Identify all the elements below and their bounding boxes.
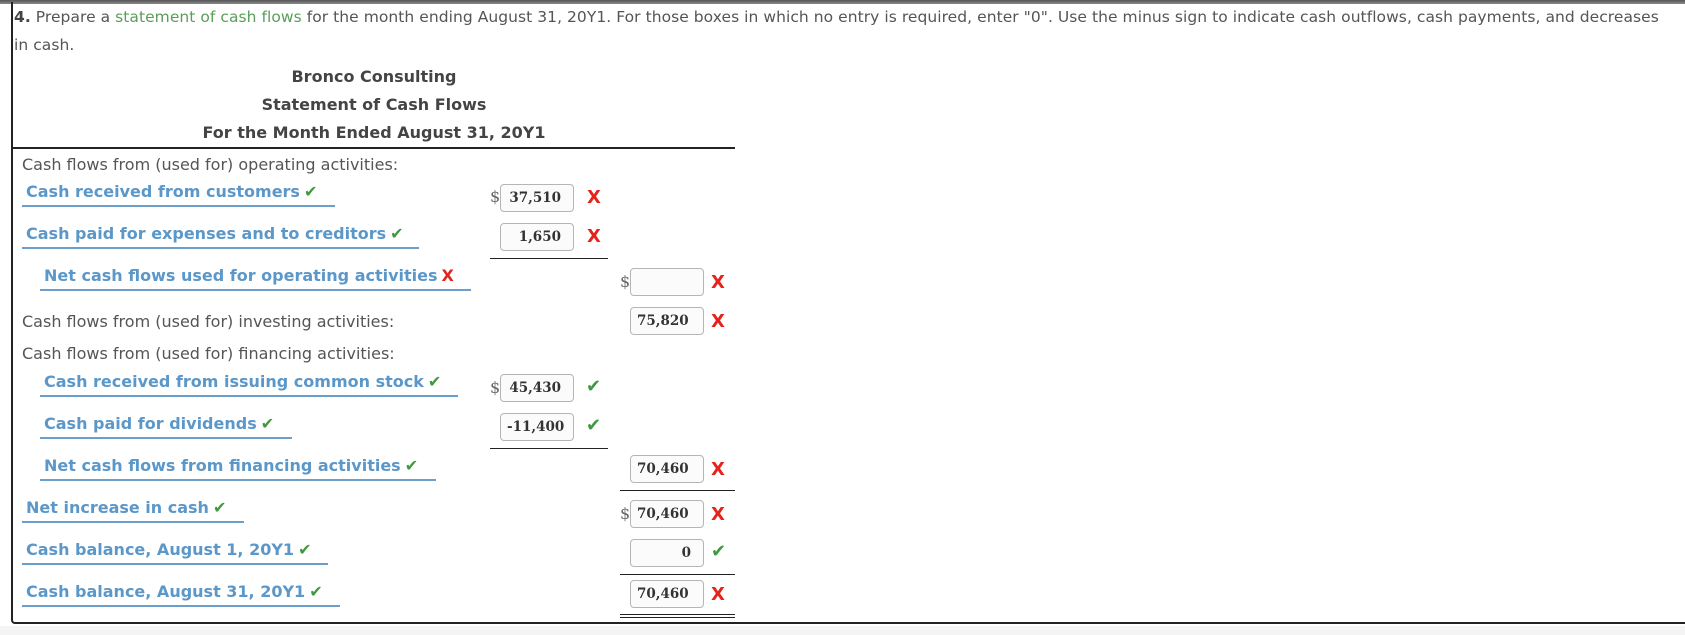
question-instructions: 4. Prepare a statement of cash flows for… (14, 3, 1674, 59)
subtotal-rule (620, 490, 735, 491)
dollar-sign: $ (620, 272, 631, 291)
incorrect-x-icon: X (711, 459, 725, 480)
check-icon: ✔ (427, 372, 442, 391)
bottom-strip (0, 626, 1685, 635)
dropdown-net-cash-operating[interactable]: Net cash flows used for operating activi… (40, 266, 471, 291)
input-cash-received-from-customers[interactable]: 37,510 (500, 184, 574, 212)
dropdown-cash-balance-august-1[interactable]: Cash balance, August 1, 20Y1 ✔ (22, 540, 328, 565)
statement-period: For the Month Ended August 31, 20Y1 (202, 123, 546, 142)
double-rule-top (620, 614, 735, 615)
double-rule-bottom (620, 617, 735, 618)
dropdown-cash-balance-august-31[interactable]: Cash balance, August 31, 20Y1 ✔ (22, 582, 340, 607)
input-cash-paid-for-expenses[interactable]: 1,650 (500, 223, 574, 251)
dropdown-net-increase-in-cash[interactable]: Net increase in cash ✔ (22, 498, 244, 523)
dropdown-cash-received-from-customers[interactable]: Cash received from customers ✔ (22, 182, 335, 207)
incorrect-x-icon: X (711, 311, 725, 332)
dropdown-cash-received-from-issuing-common-stock[interactable]: Cash received from issuing common stock ✔ (40, 372, 458, 397)
incorrect-x-icon: X (711, 504, 725, 525)
dropdown-cash-paid-for-expenses[interactable]: Cash paid for expenses and to creditors ✔ (22, 224, 419, 249)
dropdown-label: Cash balance, August 1, 20Y1 (26, 540, 295, 559)
dropdown-label: Cash received from customers (26, 182, 300, 201)
input-net-cash-financing[interactable]: 70,460 (630, 455, 704, 483)
incorrect-x-icon: X (711, 272, 725, 293)
incorrect-x-icon: X (441, 266, 454, 285)
check-icon: ✔ (586, 415, 602, 436)
check-icon: ✔ (404, 456, 419, 475)
check-icon: ✔ (711, 541, 727, 562)
check-icon: ✔ (212, 498, 227, 517)
input-cash-received-from-issuing-common-stock[interactable]: 45,430 (500, 374, 574, 402)
header-rule (13, 147, 735, 149)
company-name: Bronco Consulting (291, 67, 457, 86)
incorrect-x-icon: X (587, 187, 601, 208)
check-icon: ✔ (390, 224, 404, 243)
input-net-increase-in-cash[interactable]: 70,460 (630, 500, 704, 528)
input-net-cash-operating[interactable] (630, 268, 704, 296)
check-icon: ✔ (303, 182, 318, 201)
input-cash-balance-august-1[interactable]: 0 (630, 539, 704, 567)
check-icon: ✔ (586, 376, 602, 397)
subtotal-rule (620, 574, 735, 575)
dollar-sign: $ (620, 504, 631, 523)
dropdown-label: Net cash flows used for operating activi… (44, 266, 438, 285)
dropdown-cash-paid-for-dividends[interactable]: Cash paid for dividends ✔ (40, 414, 292, 439)
dropdown-label: Cash paid for dividends (44, 414, 257, 433)
input-cash-balance-august-31[interactable]: 70,460 (630, 580, 704, 608)
check-icon: ✔ (309, 582, 323, 601)
operating-activities-header: Cash flows from (used for) operating act… (22, 155, 399, 174)
subtotal-rule (490, 258, 608, 259)
instructions-prefix: Prepare a (30, 8, 116, 26)
question-number: 4. (14, 8, 31, 26)
input-investing-activities[interactable]: 75,820 (630, 307, 704, 335)
check-icon: ✔ (260, 414, 275, 433)
check-icon: ✔ (298, 540, 312, 559)
financing-activities-header: Cash flows from (used for) financing act… (22, 344, 395, 363)
dropdown-label: Cash paid for expenses and to creditors (26, 224, 387, 243)
incorrect-x-icon: X (587, 226, 601, 247)
dropdown-net-cash-financing[interactable]: Net cash flows from financing activities… (40, 456, 436, 481)
glossary-link-statement-of-cash-flows[interactable]: statement of cash flows (115, 8, 302, 26)
investing-activities-header: Cash flows from (used for) investing act… (22, 312, 395, 331)
subtotal-rule (490, 448, 608, 449)
dollar-sign: $ (490, 187, 501, 206)
incorrect-x-icon: X (711, 584, 725, 605)
dropdown-label: Cash balance, August 31, 20Y1 (26, 582, 306, 601)
input-cash-paid-for-dividends[interactable]: -11,400 (500, 413, 574, 441)
dollar-sign: $ (490, 378, 501, 397)
dropdown-label: Net cash flows from financing activities (44, 456, 401, 475)
statement-title: Statement of Cash Flows (261, 95, 487, 114)
dropdown-label: Net increase in cash (26, 498, 209, 517)
dropdown-label: Cash received from issuing common stock (44, 372, 424, 391)
